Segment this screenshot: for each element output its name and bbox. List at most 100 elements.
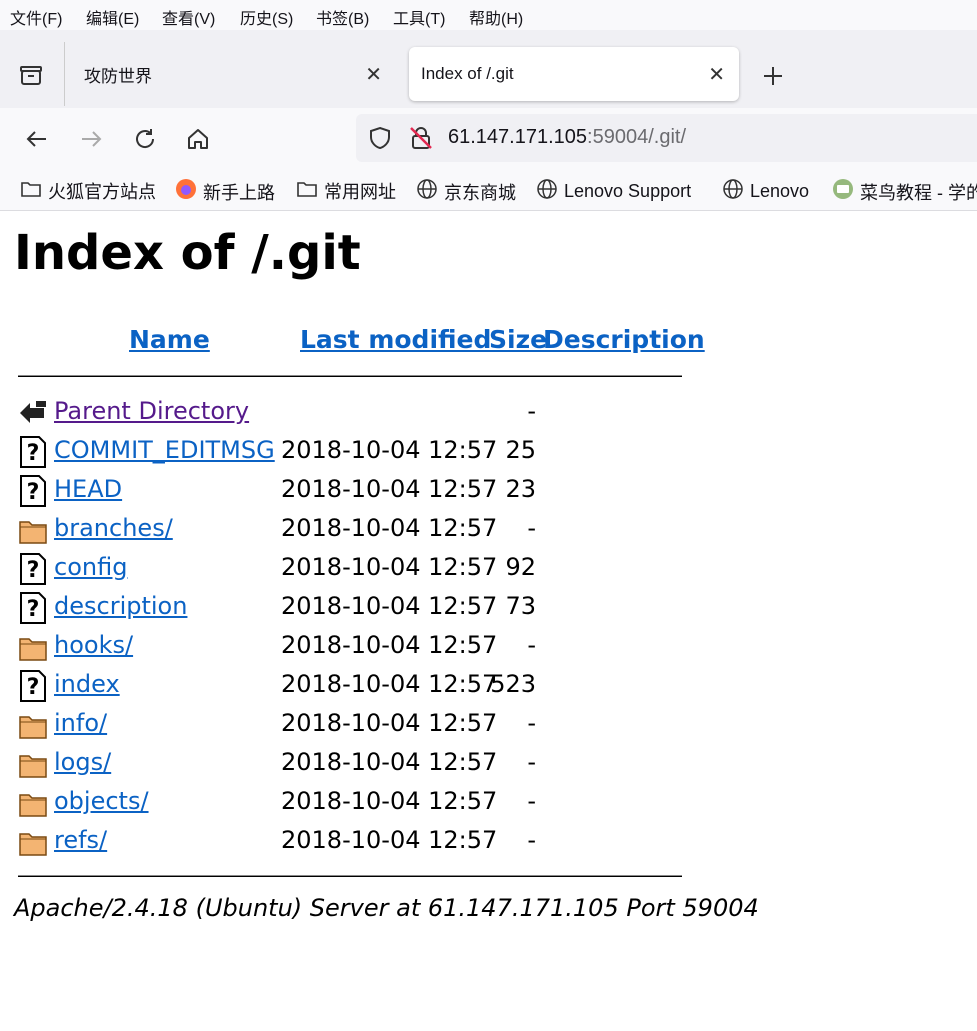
table-row: branches/2018-10-04 12:57 -	[18, 512, 698, 548]
file-link[interactable]: refs/	[54, 826, 107, 854]
last-modified: 2018-10-04 12:57	[281, 475, 498, 503]
folder-icon	[296, 179, 324, 204]
reload-icon[interactable]	[130, 124, 160, 154]
shield-icon[interactable]	[368, 126, 392, 155]
last-modified: 2018-10-04 12:57	[281, 553, 498, 581]
menu-bar: 文件(F) 编辑(E) 查看(V) 历史(S) 书签(B) 工具(T) 帮助(H…	[0, 0, 977, 30]
url-host: 61.147.171.105	[448, 126, 588, 148]
tab-gongfang[interactable]: 攻防世界 ✕	[66, 47, 396, 101]
unknown-file-icon: ?	[18, 553, 48, 585]
bookmark-lenovo-support[interactable]: Lenovo Support	[536, 178, 691, 205]
page-content: Index of /.git Name Last modified Size D…	[0, 211, 977, 1031]
svg-text:?: ?	[27, 597, 40, 622]
unknown-file-icon: ?	[18, 592, 48, 624]
file-link[interactable]: COMMIT_EDITMSG	[54, 436, 275, 464]
page-title: Index of /.git	[14, 225, 361, 281]
file-link[interactable]: index	[54, 670, 120, 698]
file-link[interactable]: branches/	[54, 514, 173, 542]
bookmark-label: 京东商城	[444, 182, 516, 203]
tab-title: Index of /.git	[421, 64, 514, 83]
file-size: -	[527, 397, 536, 425]
file-link[interactable]: info/	[54, 709, 107, 737]
file-size: 25	[505, 436, 536, 464]
file-size: 523	[490, 670, 536, 698]
last-modified: 2018-10-04 12:57	[281, 748, 498, 776]
forward-arrow-icon[interactable]	[76, 124, 106, 154]
file-link[interactable]: HEAD	[54, 475, 122, 503]
file-link[interactable]: objects/	[54, 787, 149, 815]
table-row: ? COMMIT_EDITMSG 2018-10-04 12:57 25	[18, 434, 698, 470]
folder-icon	[20, 179, 48, 204]
file-link[interactable]: logs/	[54, 748, 111, 776]
file-size: -	[527, 514, 536, 542]
bookmark-common-sites[interactable]: 常用网址	[296, 178, 396, 204]
nav-toolbar: 61.147.171.105:59004/.git/	[0, 108, 977, 170]
url-path: :59004/.git/	[587, 126, 686, 148]
bookmark-runoob[interactable]: 菜鸟教程 - 学的	[832, 178, 977, 205]
menu-help[interactable]: 帮助(H)	[469, 5, 523, 29]
last-modified: 2018-10-04 12:57	[281, 514, 498, 542]
menu-history[interactable]: 历史(S)	[240, 5, 293, 29]
bookmark-lenovo[interactable]: Lenovo	[722, 178, 809, 205]
last-modified: 2018-10-04 12:57	[281, 826, 498, 854]
table-row: ? index 2018-10-04 12:57 523	[18, 668, 698, 704]
globe-icon	[536, 178, 564, 205]
table-row: ? config 2018-10-04 12:57 92	[18, 551, 698, 587]
sort-by-description-link[interactable]: Description	[543, 325, 705, 354]
last-modified: 2018-10-04 12:57	[281, 670, 498, 698]
close-icon[interactable]: ✕	[708, 62, 725, 87]
table-row: ? HEAD 2018-10-04 12:57 23	[18, 473, 698, 509]
column-size-header[interactable]: Size	[489, 325, 547, 354]
back-arrow-icon[interactable]	[22, 124, 52, 154]
bookmark-jd[interactable]: 京东商城	[416, 178, 516, 205]
last-modified: 2018-10-04 12:57	[281, 709, 498, 737]
file-link[interactable]: description	[54, 592, 187, 620]
svg-text:?: ?	[27, 675, 40, 700]
bookmark-label: 新手上路	[203, 182, 275, 203]
menu-file[interactable]: 文件(F)	[10, 5, 62, 29]
insecure-lock-icon[interactable]	[408, 125, 434, 156]
firefox-icon	[175, 178, 203, 205]
tab-overview-icon[interactable]	[18, 63, 44, 89]
file-size: 92	[505, 553, 536, 581]
file-link[interactable]: hooks/	[54, 631, 133, 659]
bookmark-label: Lenovo	[750, 181, 810, 201]
menu-tools[interactable]: 工具(T)	[393, 5, 445, 29]
table-row: hooks/2018-10-04 12:57 -	[18, 629, 698, 665]
folder-icon	[18, 787, 48, 819]
tab-strip: 攻防世界 ✕ Index of /.git ✕	[0, 30, 977, 108]
column-description-header[interactable]: Description	[543, 325, 705, 354]
sort-by-name-link[interactable]: Name	[129, 325, 210, 354]
bookmark-getting-started[interactable]: 新手上路	[175, 178, 275, 205]
folder-icon	[18, 514, 48, 546]
file-link[interactable]: Parent Directory	[54, 397, 249, 425]
close-icon[interactable]: ✕	[365, 62, 382, 87]
tab-index-git[interactable]: Index of /.git ✕	[409, 47, 739, 101]
table-row: ? description 2018-10-04 12:57 73	[18, 590, 698, 626]
last-modified: 2018-10-04 12:57	[281, 631, 498, 659]
column-modified-header[interactable]: Last modified	[300, 325, 491, 354]
menu-edit[interactable]: 编辑(E)	[86, 5, 139, 29]
file-size: 23	[505, 475, 536, 503]
table-row: Parent Directory -	[18, 395, 698, 431]
tab-title: 攻防世界	[84, 66, 152, 86]
sort-by-modified-link[interactable]: Last modified	[300, 325, 491, 354]
column-name-header[interactable]: Name	[129, 325, 210, 354]
url-bar[interactable]: 61.147.171.105:59004/.git/	[356, 114, 977, 162]
table-row: info/2018-10-04 12:57 -	[18, 707, 698, 743]
sort-by-size-link[interactable]: Size	[489, 325, 547, 354]
file-link[interactable]: config	[54, 553, 127, 581]
menu-view[interactable]: 查看(V)	[162, 5, 215, 29]
url-text[interactable]: 61.147.171.105:59004/.git/	[448, 126, 686, 149]
last-modified: 2018-10-04 12:57	[281, 592, 498, 620]
file-size: -	[527, 748, 536, 776]
bookmark-label: Lenovo Support	[564, 181, 692, 201]
menu-bookmarks[interactable]: 书签(B)	[316, 5, 369, 29]
file-size: -	[527, 787, 536, 815]
folder-icon	[18, 748, 48, 780]
bookmarks-bar: 火狐官方站点 新手上路 常用网址 京东商城 Lenovo Support Len…	[0, 170, 977, 211]
new-tab-icon[interactable]	[760, 63, 786, 89]
home-icon[interactable]	[183, 124, 213, 154]
bookmark-firefox-official[interactable]: 火狐官方站点	[20, 178, 156, 204]
file-size: -	[527, 631, 536, 659]
